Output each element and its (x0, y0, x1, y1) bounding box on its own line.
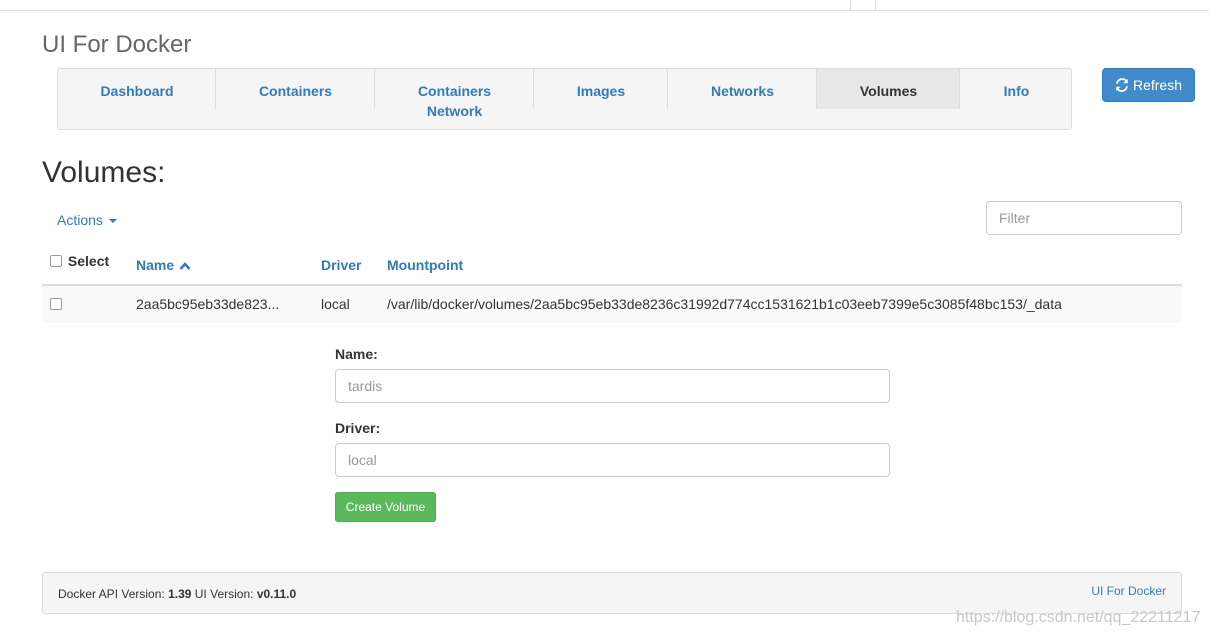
tab-label-line2: Network (426, 103, 483, 119)
ui-version-value: v0.11.0 (256, 587, 297, 601)
page-title: Volumes: (42, 156, 166, 189)
name-header-label: Name (136, 257, 175, 273)
tab-label-line1: Containers (417, 83, 492, 99)
select-all-checkbox[interactable] (50, 255, 62, 268)
footer: Docker API Version: 1.39 UI Version: v0.… (42, 572, 1182, 614)
main-nav: Dashboard Containers Containers Network … (57, 68, 1072, 130)
row-select-checkbox[interactable] (50, 298, 62, 310)
select-header-label: Select (67, 253, 110, 270)
caret-down-icon (108, 219, 117, 223)
watermark: https://blog.csdn.net/qq_22211217 (956, 609, 1201, 626)
refresh-button[interactable]: Refresh (1102, 68, 1195, 102)
tab-volumes[interactable]: Volumes (817, 69, 960, 109)
tab-label: Containers (258, 83, 333, 99)
actions-dropdown[interactable]: Actions (57, 212, 117, 228)
tab-dashboard[interactable]: Dashboard (58, 69, 216, 129)
footer-link[interactable]: UI For Docker (1091, 584, 1166, 598)
tab-containers[interactable]: Containers (216, 69, 375, 129)
api-version-value: 1.39 (168, 587, 192, 601)
tab-networks[interactable]: Networks (668, 69, 817, 129)
tab-label: Volumes (859, 83, 918, 99)
volume-mountpoint: /var/lib/docker/volumes/2aa5bc95eb33de82… (387, 296, 1062, 312)
tab-label: Info (1003, 83, 1030, 99)
tab-label: Networks (710, 83, 775, 99)
volume-name-input[interactable] (335, 369, 890, 403)
driver-field-label: Driver: (335, 420, 381, 436)
app-title: UI For Docker (42, 31, 192, 58)
tab-label: Dashboard (100, 83, 174, 99)
create-volume-button[interactable]: Create Volume (335, 492, 436, 522)
volume-name[interactable]: 2aa5bc95eb33de823... (136, 296, 279, 312)
tab-containers-network[interactable]: Containers Network (375, 69, 534, 129)
footer-versions: Docker API Version: 1.39 UI Version: v0.… (58, 587, 296, 601)
mountpoint-column-header[interactable]: Mountpoint (387, 257, 463, 273)
mountpoint-header-label: Mountpoint (387, 257, 464, 273)
tab-label: Containers Network (418, 81, 491, 121)
top-tick (875, 0, 876, 10)
volume-driver-input[interactable] (335, 443, 890, 477)
name-field-label: Name: (335, 346, 378, 362)
tab-label: Images (576, 83, 626, 99)
top-border (0, 0, 1209, 11)
refresh-icon (1116, 78, 1128, 92)
tab-images[interactable]: Images (534, 69, 668, 129)
driver-header-label: Driver (321, 257, 362, 273)
chevron-up-icon (179, 262, 191, 271)
select-header: Select (50, 252, 109, 269)
actions-label: Actions (57, 212, 103, 228)
name-column-header[interactable]: Name (136, 257, 191, 273)
top-tick (850, 0, 851, 10)
ui-version-label: UI Version: (194, 587, 254, 601)
volume-driver: local (321, 296, 350, 312)
tab-info[interactable]: Info (960, 69, 1073, 129)
refresh-label: Refresh (1132, 77, 1183, 93)
api-version-label: Docker API Version: (58, 587, 165, 601)
driver-column-header[interactable]: Driver (321, 257, 361, 273)
filter-input[interactable] (986, 201, 1182, 235)
